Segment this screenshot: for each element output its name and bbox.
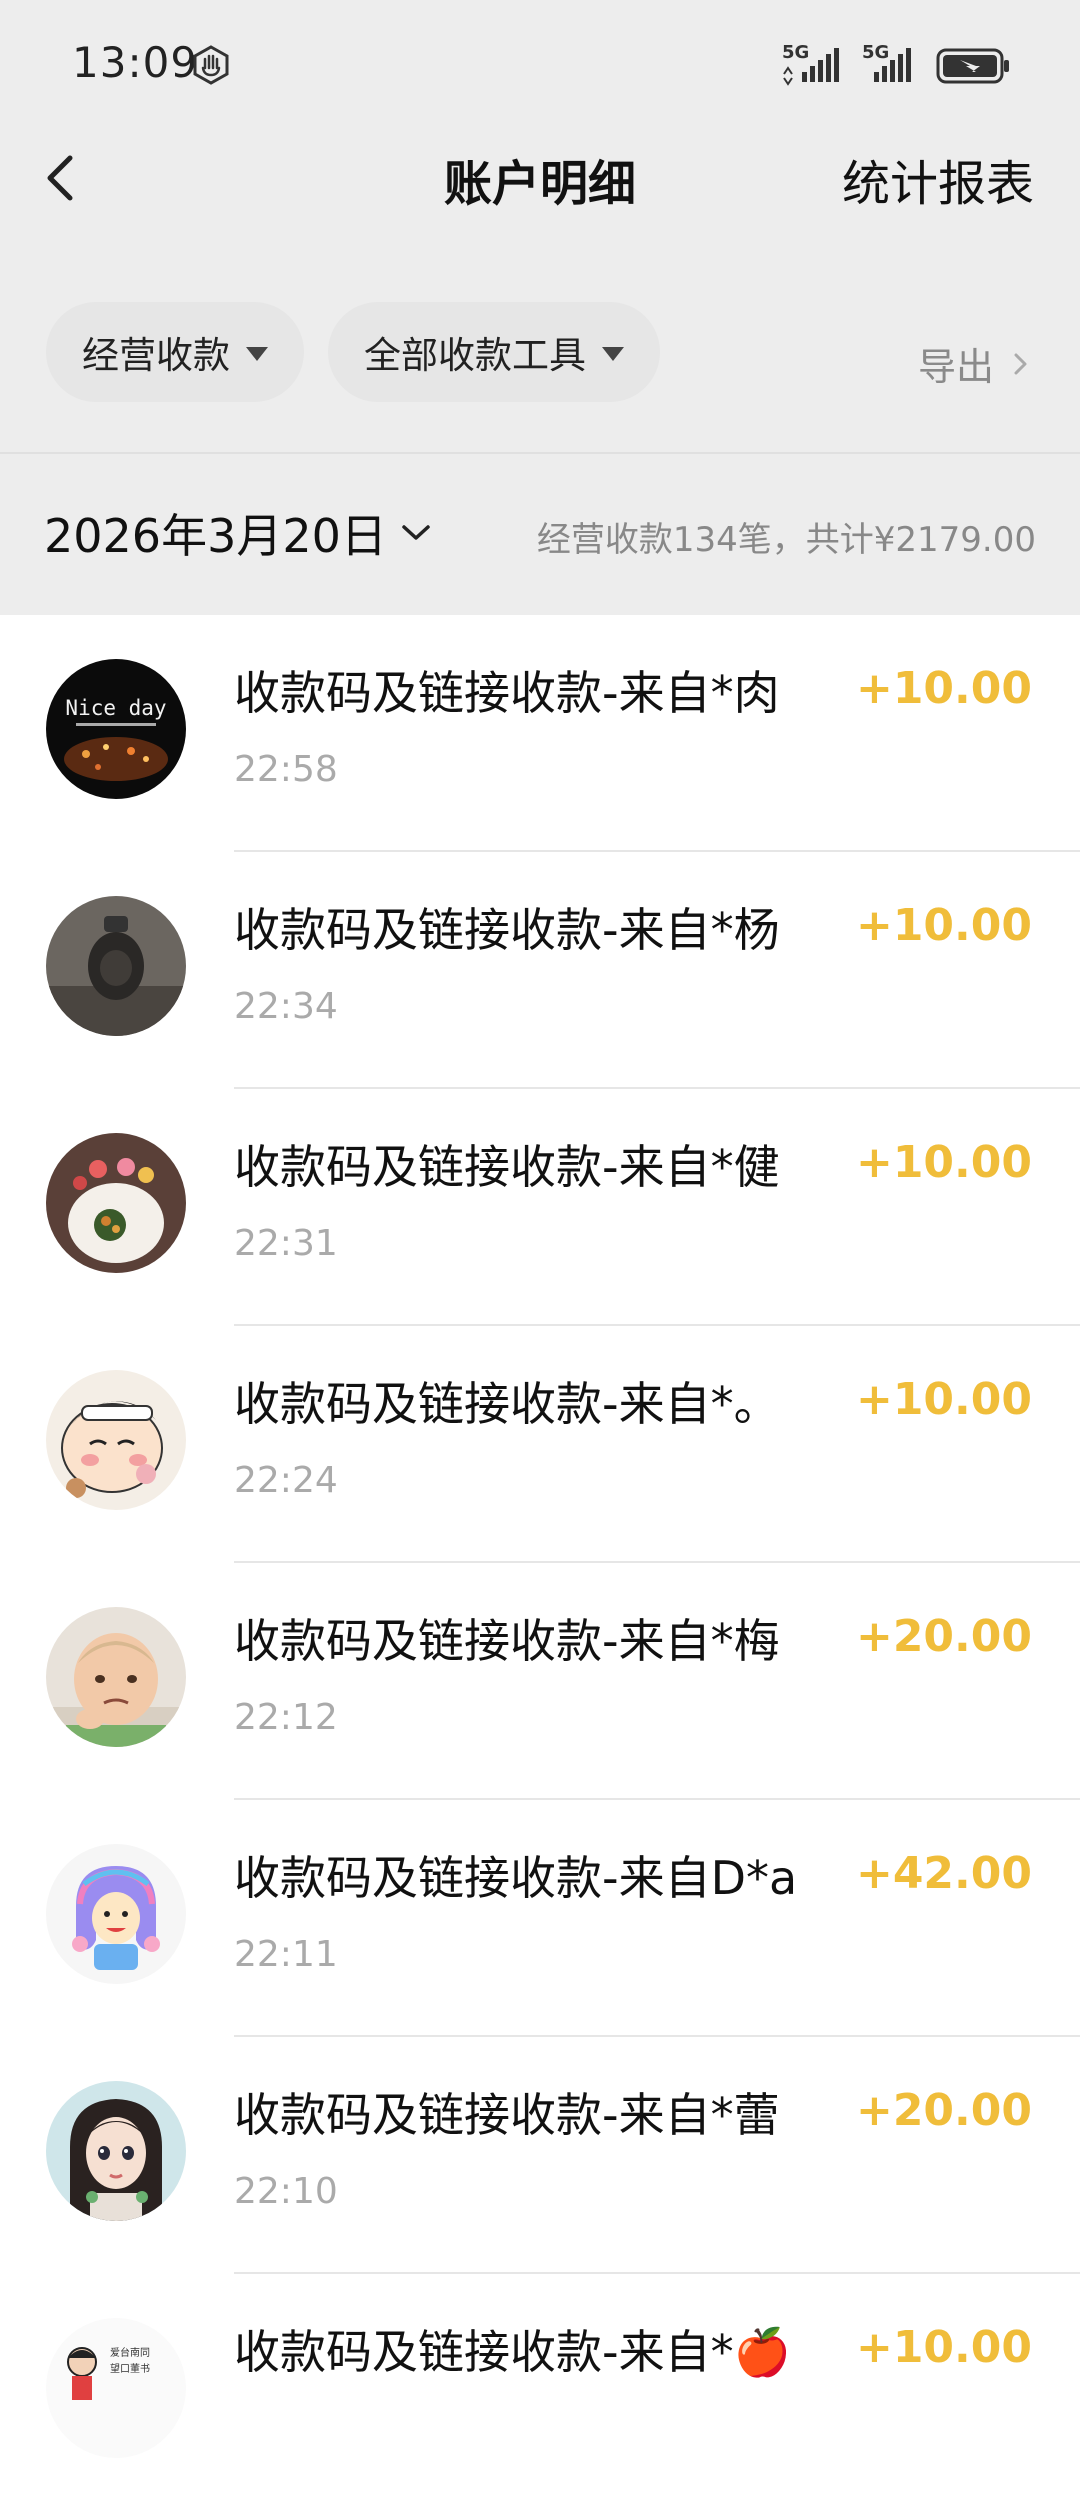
avatar	[46, 1844, 186, 1984]
transaction-amount: +20.00	[855, 1611, 1032, 1662]
transaction-row[interactable]: 收款码及链接收款-来自*。 22:24 +10.00	[0, 1326, 1080, 1563]
avatar	[46, 2081, 186, 2221]
signal-5g-icon: 5G	[780, 42, 844, 88]
transaction-title: 收款码及链接收款-来自D*a	[234, 1851, 798, 1905]
transaction-time: 22:10	[234, 2171, 338, 2212]
battery-charging-icon	[936, 48, 1009, 84]
transaction-time: 22:12	[234, 1697, 338, 1738]
date-picker[interactable]: 2026年3月20日	[44, 500, 431, 566]
signal-5g-icon: 5G	[860, 42, 924, 88]
filter-type-label: 经营收款	[82, 334, 230, 377]
transaction-row[interactable]: Nice day 收款码及链接收款-来自*肉 22:58 +10.00	[0, 615, 1080, 852]
avatar: 爱台南同 望口董书	[46, 2318, 186, 2458]
transaction-time: 22:24	[234, 1460, 338, 1501]
chevron-down-icon	[402, 525, 430, 540]
statistics-report-button[interactable]: 统计报表	[842, 144, 1034, 214]
filter-type-dropdown[interactable]: 经营收款	[46, 302, 304, 402]
transaction-time: 22:11	[234, 1934, 338, 1975]
transaction-amount: +20.00	[855, 2085, 1032, 2136]
transaction-amount: +10.00	[855, 1374, 1032, 1425]
date-label: 2026年3月20日	[44, 509, 387, 563]
date-summary-bar: 2026年3月20日 经营收款134笔，共计¥2179.00	[0, 452, 1080, 615]
transaction-title: 收款码及链接收款-来自*梅	[234, 1614, 780, 1668]
avatar	[46, 1370, 186, 1510]
filter-tool-label: 全部收款工具	[364, 334, 586, 377]
avatar: Nice day	[46, 659, 186, 799]
caret-down-icon	[246, 347, 268, 361]
transaction-amount: +10.00	[855, 2322, 1032, 2373]
transaction-time: 22:34	[234, 986, 338, 1027]
transaction-row[interactable]: 收款码及链接收款-来自*蕾 22:10 +20.00	[0, 2037, 1080, 2274]
transaction-row[interactable]: 收款码及链接收款-来自*健 22:31 +10.00	[0, 1089, 1080, 1326]
transaction-amount: +10.00	[855, 900, 1032, 951]
avatar-text: Nice day	[65, 696, 166, 720]
status-time: 13:09	[72, 38, 199, 87]
header-area: 13:09 5G 5G 账户明细 统计报表 经营收款 全部收款工具 导出	[0, 0, 1080, 452]
transaction-row[interactable]: 爱台南同 望口董书 收款码及链接收款-来自*🍎 +10.00	[0, 2274, 1080, 2511]
transaction-time: 22:31	[234, 1223, 338, 1264]
summary-text: 经营收款134笔，共计¥2179.00	[536, 520, 1036, 560]
avatar-text: 望口董书	[110, 2362, 150, 2375]
hand-icon	[193, 45, 229, 85]
transaction-list: Nice day 收款码及链接收款-来自*肉 22:58 +10.00 收款码及…	[0, 615, 1080, 2511]
transaction-amount: +10.00	[855, 663, 1032, 714]
transaction-row[interactable]: 收款码及链接收款-来自*梅 22:12 +20.00	[0, 1563, 1080, 1800]
transaction-title: 收款码及链接收款-来自*蕾	[234, 2088, 780, 2142]
avatar	[46, 896, 186, 1036]
export-label: 导出	[917, 345, 994, 389]
transaction-amount: +10.00	[855, 1137, 1032, 1188]
filter-tool-dropdown[interactable]: 全部收款工具	[328, 302, 660, 402]
transaction-title: 收款码及链接收款-来自*肉	[234, 666, 780, 720]
transaction-row[interactable]: 收款码及链接收款-来自D*a 22:11 +42.00	[0, 1800, 1080, 2037]
transaction-amount: +42.00	[855, 1848, 1032, 1899]
transaction-time: 22:58	[234, 749, 338, 790]
avatar	[46, 1607, 186, 1747]
export-button[interactable]: 导出	[918, 336, 1030, 391]
transaction-title: 收款码及链接收款-来自*🍎	[234, 2325, 791, 2379]
transaction-row[interactable]: 收款码及链接收款-来自*杨 22:34 +10.00	[0, 852, 1080, 1089]
transaction-title: 收款码及链接收款-来自*健	[234, 1140, 780, 1194]
chevron-right-icon	[1014, 353, 1027, 374]
transaction-title: 收款码及链接收款-来自*杨	[234, 903, 780, 957]
avatar-text: 爱台南同	[110, 2346, 150, 2359]
avatar	[46, 1133, 186, 1273]
transaction-title: 收款码及链接收款-来自*。	[234, 1377, 780, 1431]
caret-down-icon	[602, 347, 624, 361]
